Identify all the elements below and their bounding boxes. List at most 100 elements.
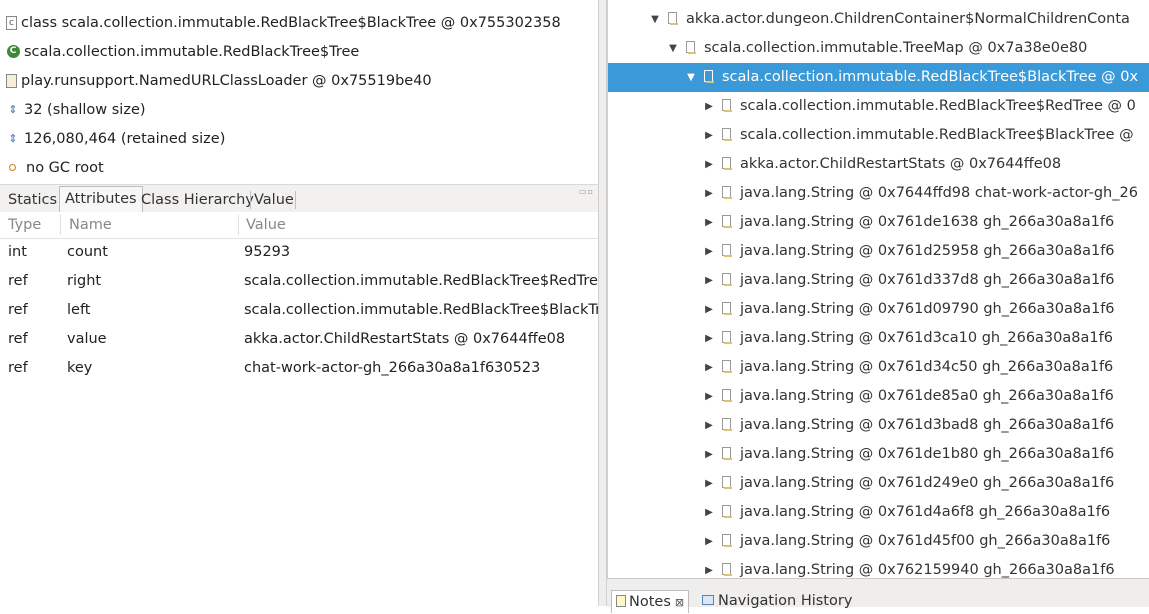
- tree-node[interactable]: ▶ java.lang.String @ 0x761de85a0 gh_266a3…: [608, 382, 1149, 411]
- inspector-gc-root-row: no GC root: [6, 153, 104, 182]
- cell-value: chat-work-actor-gh_266a30a8a1f630523: [244, 360, 541, 376]
- expand-arrow-icon[interactable]: ▶: [702, 295, 716, 324]
- tree-node[interactable]: ▶ java.lang.String @ 0x761d25958 gh_266a3…: [608, 237, 1149, 266]
- object-icon: [722, 273, 732, 286]
- expand-arrow-icon[interactable]: ▶: [702, 411, 716, 440]
- tree-node-selected[interactable]: ▼ scala.collection.immutable.RedBlackTree…: [608, 63, 1149, 92]
- expand-arrow-icon[interactable]: ▶: [702, 266, 716, 295]
- tree-node[interactable]: ▶ java.lang.String @ 0x761d337d8 gh_266a3…: [608, 266, 1149, 295]
- tree-node[interactable]: ▶ java.lang.String @ 0x761d3ca10 gh_266a3…: [608, 324, 1149, 353]
- tree-node[interactable]: ▶ java.lang.String @ 0x761d34c50 gh_266a3…: [608, 353, 1149, 382]
- tree-node[interactable]: ▶ scala.collection.immutable.RedBlackTree…: [608, 92, 1149, 121]
- table-row[interactable]: ref value akka.actor.ChildRestartStats @…: [0, 325, 598, 354]
- column-header-type[interactable]: Type: [0, 212, 60, 238]
- column-header-value[interactable]: Value: [238, 212, 598, 238]
- inspector-superclass-row[interactable]: C scala.collection.immutable.RedBlackTre…: [6, 37, 359, 66]
- tree-node[interactable]: ▼ scala.collection.immutable.TreeMap @ 0x…: [608, 34, 1149, 63]
- object-icon: [686, 41, 696, 54]
- tree-node-label: java.lang.String @ 0x761d25958 gh_266a30…: [740, 243, 1115, 259]
- tree-node-label: java.lang.String @ 0x761d4a6f8 gh_266a30…: [740, 504, 1111, 520]
- inspector-class-text: class scala.collection.immutable.RedBlac…: [21, 14, 561, 31]
- object-icon: [668, 12, 678, 25]
- size-icon: ⇕: [8, 103, 18, 116]
- tab-notes[interactable]: Notes ⊠: [611, 590, 690, 613]
- object-icon: [722, 476, 732, 489]
- object-icon: [722, 563, 732, 576]
- inspector-gc-root-text: no GC root: [26, 159, 104, 176]
- cell-name: right: [67, 273, 102, 289]
- object-icon: [722, 534, 732, 547]
- attributes-table-header: Type Name Value: [0, 212, 598, 239]
- tree-node-label: java.lang.String @ 0x761de85a0 gh_266a30…: [740, 388, 1114, 404]
- minimize-maximize-icon[interactable]: ▭▫: [579, 187, 594, 196]
- tree-node[interactable]: ▶ java.lang.String @ 0x761d4a6f8 gh_266a3…: [608, 498, 1149, 527]
- table-row[interactable]: int count 95293: [0, 238, 598, 267]
- expand-arrow-icon[interactable]: ▶: [702, 208, 716, 237]
- pane-splitter[interactable]: [598, 0, 607, 606]
- tree-node[interactable]: ▶ akka.actor.ChildRestartStats @ 0x7644ff…: [608, 150, 1149, 179]
- expand-arrow-icon[interactable]: ▶: [702, 150, 716, 179]
- cell-name: left: [67, 302, 91, 318]
- object-icon: [722, 128, 732, 141]
- table-row[interactable]: ref left scala.collection.immutable.RedB…: [0, 296, 598, 325]
- inspector-shallow-size-row: ⇕ 32 (shallow size): [6, 95, 145, 124]
- tree-node[interactable]: ▶ java.lang.String @ 0x761d09790 gh_266a3…: [608, 295, 1149, 324]
- tab-value[interactable]: Value: [249, 188, 299, 212]
- tab-class-hierarchy[interactable]: Class Hierarchy: [136, 188, 259, 212]
- expand-arrow-icon[interactable]: ▶: [702, 324, 716, 353]
- object-icon: [722, 447, 732, 460]
- inspector-tab-bar: Statics Attributes Class Hierarchy Value…: [0, 184, 598, 213]
- tree-node[interactable]: ▶ java.lang.String @ 0x761de1b80 gh_266a3…: [608, 440, 1149, 469]
- inspector-classloader-row[interactable]: play.runsupport.NamedURLClassLoader @ 0x…: [6, 66, 432, 95]
- expand-arrow-icon[interactable]: ▶: [702, 382, 716, 411]
- tab-statics[interactable]: Statics: [3, 188, 62, 212]
- expand-arrow-icon[interactable]: ▶: [702, 469, 716, 498]
- collapse-arrow-icon[interactable]: ▼: [648, 5, 662, 34]
- tree-node-label: java.lang.String @ 0x761de1638 gh_266a30…: [740, 214, 1115, 230]
- inspector-class-row[interactable]: c class scala.collection.immutable.RedBl…: [6, 8, 561, 37]
- cell-name: count: [67, 244, 108, 260]
- column-header-name[interactable]: Name: [61, 212, 238, 238]
- object-icon: [722, 505, 732, 518]
- expand-arrow-icon[interactable]: ▶: [702, 353, 716, 382]
- tree-node[interactable]: ▶ java.lang.String @ 0x761d45f00 gh_266a3…: [608, 527, 1149, 556]
- tree-node[interactable]: ▼ akka.actor.dungeon.ChildrenContainer$No…: [608, 5, 1149, 34]
- expand-arrow-icon[interactable]: ▶: [702, 498, 716, 527]
- object-icon: [722, 99, 732, 112]
- inspector-superclass-text: scala.collection.immutable.RedBlackTree$…: [24, 43, 360, 60]
- cell-type: ref: [8, 331, 28, 347]
- close-icon[interactable]: ⊠: [675, 596, 684, 609]
- cell-value: akka.actor.ChildRestartStats @ 0x7644ffe…: [244, 331, 566, 347]
- tree-node[interactable]: ▶ java.lang.String @ 0x7644ffd98 chat-wor…: [608, 179, 1149, 208]
- expand-arrow-icon[interactable]: ▶: [702, 440, 716, 469]
- bottom-tab-bar: Notes ⊠ Navigation History: [607, 578, 1149, 613]
- expand-arrow-icon[interactable]: ▶: [702, 179, 716, 208]
- expand-arrow-icon[interactable]: ▶: [702, 527, 716, 556]
- object-icon: [722, 302, 732, 315]
- table-row[interactable]: ref key chat-work-actor-gh_266a30a8a1f63…: [0, 354, 598, 383]
- expand-arrow-icon[interactable]: ▶: [702, 237, 716, 266]
- expand-arrow-icon[interactable]: ▶: [702, 92, 716, 121]
- expand-arrow-icon[interactable]: ▶: [702, 121, 716, 150]
- tree-node[interactable]: ▶ java.lang.String @ 0x761de1638 gh_266a3…: [608, 208, 1149, 237]
- object-icon: [722, 389, 732, 402]
- gc-root-icon: [9, 164, 16, 171]
- tree-node-label: java.lang.String @ 0x761d249e0 gh_266a30…: [740, 475, 1115, 491]
- object-icon: [722, 331, 732, 344]
- expand-arrow-icon[interactable]: ▶: [702, 556, 716, 578]
- collapse-arrow-icon[interactable]: ▼: [684, 63, 698, 92]
- tree-node[interactable]: ▶ java.lang.String @ 0x761d249e0 gh_266a3…: [608, 469, 1149, 498]
- inspector-retained-size-text: 126,080,464 (retained size): [24, 130, 226, 147]
- tab-attributes[interactable]: Attributes: [59, 186, 143, 213]
- tree-node-label: akka.actor.ChildRestartStats @ 0x7644ffe…: [740, 156, 1062, 172]
- tab-navigation-history[interactable]: Navigation History: [702, 590, 852, 612]
- superclass-icon: C: [6, 44, 20, 60]
- tree-node[interactable]: ▶ scala.collection.immutable.RedBlackTree…: [608, 121, 1149, 150]
- tree-node[interactable]: ▶ java.lang.String @ 0x762159940 gh_266a3…: [608, 556, 1149, 578]
- object-icon: [722, 360, 732, 373]
- tree-node[interactable]: ▶ java.lang.String @ 0x761d3bad8 gh_266a3…: [608, 411, 1149, 440]
- table-row[interactable]: ref right scala.collection.immutable.Red…: [0, 267, 598, 296]
- notes-icon: [616, 595, 626, 607]
- collapse-arrow-icon[interactable]: ▼: [666, 34, 680, 63]
- tree-node-label: java.lang.String @ 0x761d3ca10 gh_266a30…: [740, 330, 1113, 346]
